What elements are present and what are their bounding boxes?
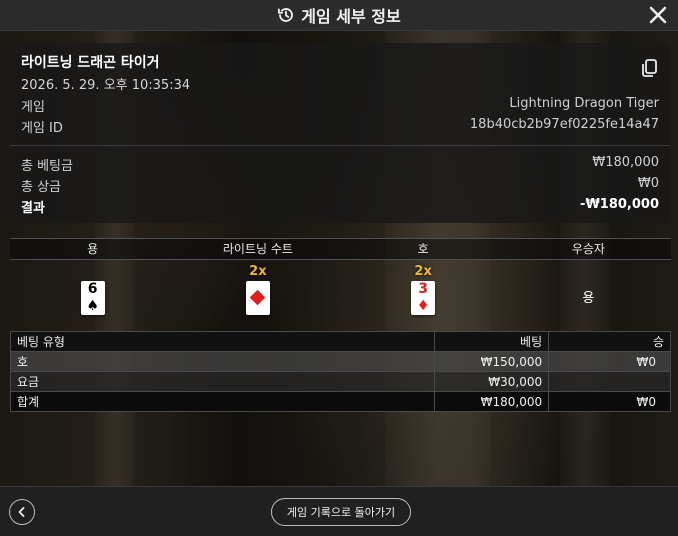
lightning-suit-header: 라이트닝 수트 [222, 242, 293, 256]
result-value: -₩180,000 [580, 197, 659, 212]
game-id-row: 게임 ID 18b40cb2b97ef0225fe14a47 [21, 117, 659, 136]
bet-amount: ₩180,000 [434, 391, 550, 412]
game-id-value: 18b40cb2b97ef0225fe14a47 [469, 117, 659, 132]
dragon-card-rank: 6 [87, 281, 98, 297]
tiger-column: 2x 3 ♦ [341, 259, 506, 321]
bet-type: 합계 [9, 391, 436, 412]
dialog-header: 게임 세부 정보 [0, 0, 678, 31]
chevron-left-icon [18, 507, 25, 517]
table-total-row: 합계 ₩180,000 ₩0 [9, 391, 671, 412]
bet-amount: ₩30,000 [434, 371, 550, 392]
win-header: 승 [548, 331, 671, 352]
tiger-card: 3 ♦ [411, 281, 436, 315]
total-win-label: 총 상금 [21, 180, 62, 195]
dialog-title: 게임 세부 정보 [301, 7, 401, 26]
game-label: 게임 [21, 100, 45, 115]
total-win-row: 총 상금 ₩0 [21, 176, 659, 195]
spade-icon: ♠ [86, 298, 99, 314]
bet-type-header: 베팅 유형 [9, 331, 436, 352]
lightning-suit-card [245, 281, 270, 315]
win-amount: ₩0 [548, 391, 671, 412]
winner-value: 용 [582, 291, 595, 306]
total-bet-row: 총 베팅금 ₩180,000 [21, 155, 659, 174]
history-icon [278, 8, 294, 22]
lightning-suit-column: 2x [175, 259, 340, 321]
bet-type: 호 [9, 351, 436, 372]
bet-type: 요금 [9, 371, 436, 392]
dragon-column: 6 ♠ [10, 259, 175, 321]
close-icon[interactable] [648, 5, 668, 25]
bets-table: 베팅 유형 베팅 승 호 ₩150,000 ₩0 요금 ₩30,000 합계 ₩… [9, 331, 671, 412]
lightning-multiplier: 2x [249, 264, 267, 279]
game-timestamp: 2026. 5. 29. 오후 10:35:34 [21, 78, 191, 93]
result-header: 용 라이트닝 수트 호 우승자 [10, 238, 671, 260]
diamond-icon [249, 289, 266, 306]
summary-divider [10, 145, 670, 146]
bets-header-row: 베팅 유형 베팅 승 [9, 331, 671, 352]
tiger-card-rank: 3 [418, 281, 428, 297]
total-bet-value: ₩180,000 [592, 155, 659, 170]
table-row: 호 ₩150,000 ₩0 [9, 351, 671, 372]
bet-amount-header: 베팅 [434, 331, 550, 352]
copy-icon[interactable] [640, 58, 658, 78]
game-name: 라이트닝 드래곤 타이거 [21, 55, 160, 71]
diamond-suit-icon: ♦ [416, 298, 430, 314]
win-amount [548, 371, 671, 392]
game-row: 게임 Lightning Dragon Tiger [21, 96, 659, 115]
back-to-history-button[interactable]: 게임 기록으로 돌아가기 [271, 498, 411, 526]
winner-column: 용 [506, 259, 671, 321]
table-row: 요금 ₩30,000 [9, 371, 671, 392]
win-amount: ₩0 [548, 351, 671, 372]
dragon-card: 6 ♠ [80, 281, 105, 315]
game-id-label: 게임 ID [21, 121, 63, 136]
tiger-header: 호 [417, 242, 429, 256]
result-label: 결과 [21, 201, 45, 216]
dialog-footer: 게임 기록으로 돌아가기 [0, 486, 678, 536]
back-button[interactable] [9, 499, 35, 525]
bet-amount: ₩150,000 [434, 351, 550, 372]
result-body: 6 ♠ 2x 2x 3 ♦ 용 [10, 259, 671, 321]
total-win-value: ₩0 [637, 176, 659, 191]
tiger-multiplier: 2x [414, 264, 432, 279]
game-value: Lightning Dragon Tiger [509, 96, 659, 111]
dragon-header: 용 [87, 242, 99, 256]
game-summary-card: 라이트닝 드래곤 타이거 2026. 5. 29. 오후 10:35:34 게임… [10, 43, 670, 223]
total-bet-label: 총 베팅금 [21, 159, 73, 174]
winner-header: 우승자 [571, 242, 605, 256]
result-row: 결과 -₩180,000 [21, 197, 659, 216]
